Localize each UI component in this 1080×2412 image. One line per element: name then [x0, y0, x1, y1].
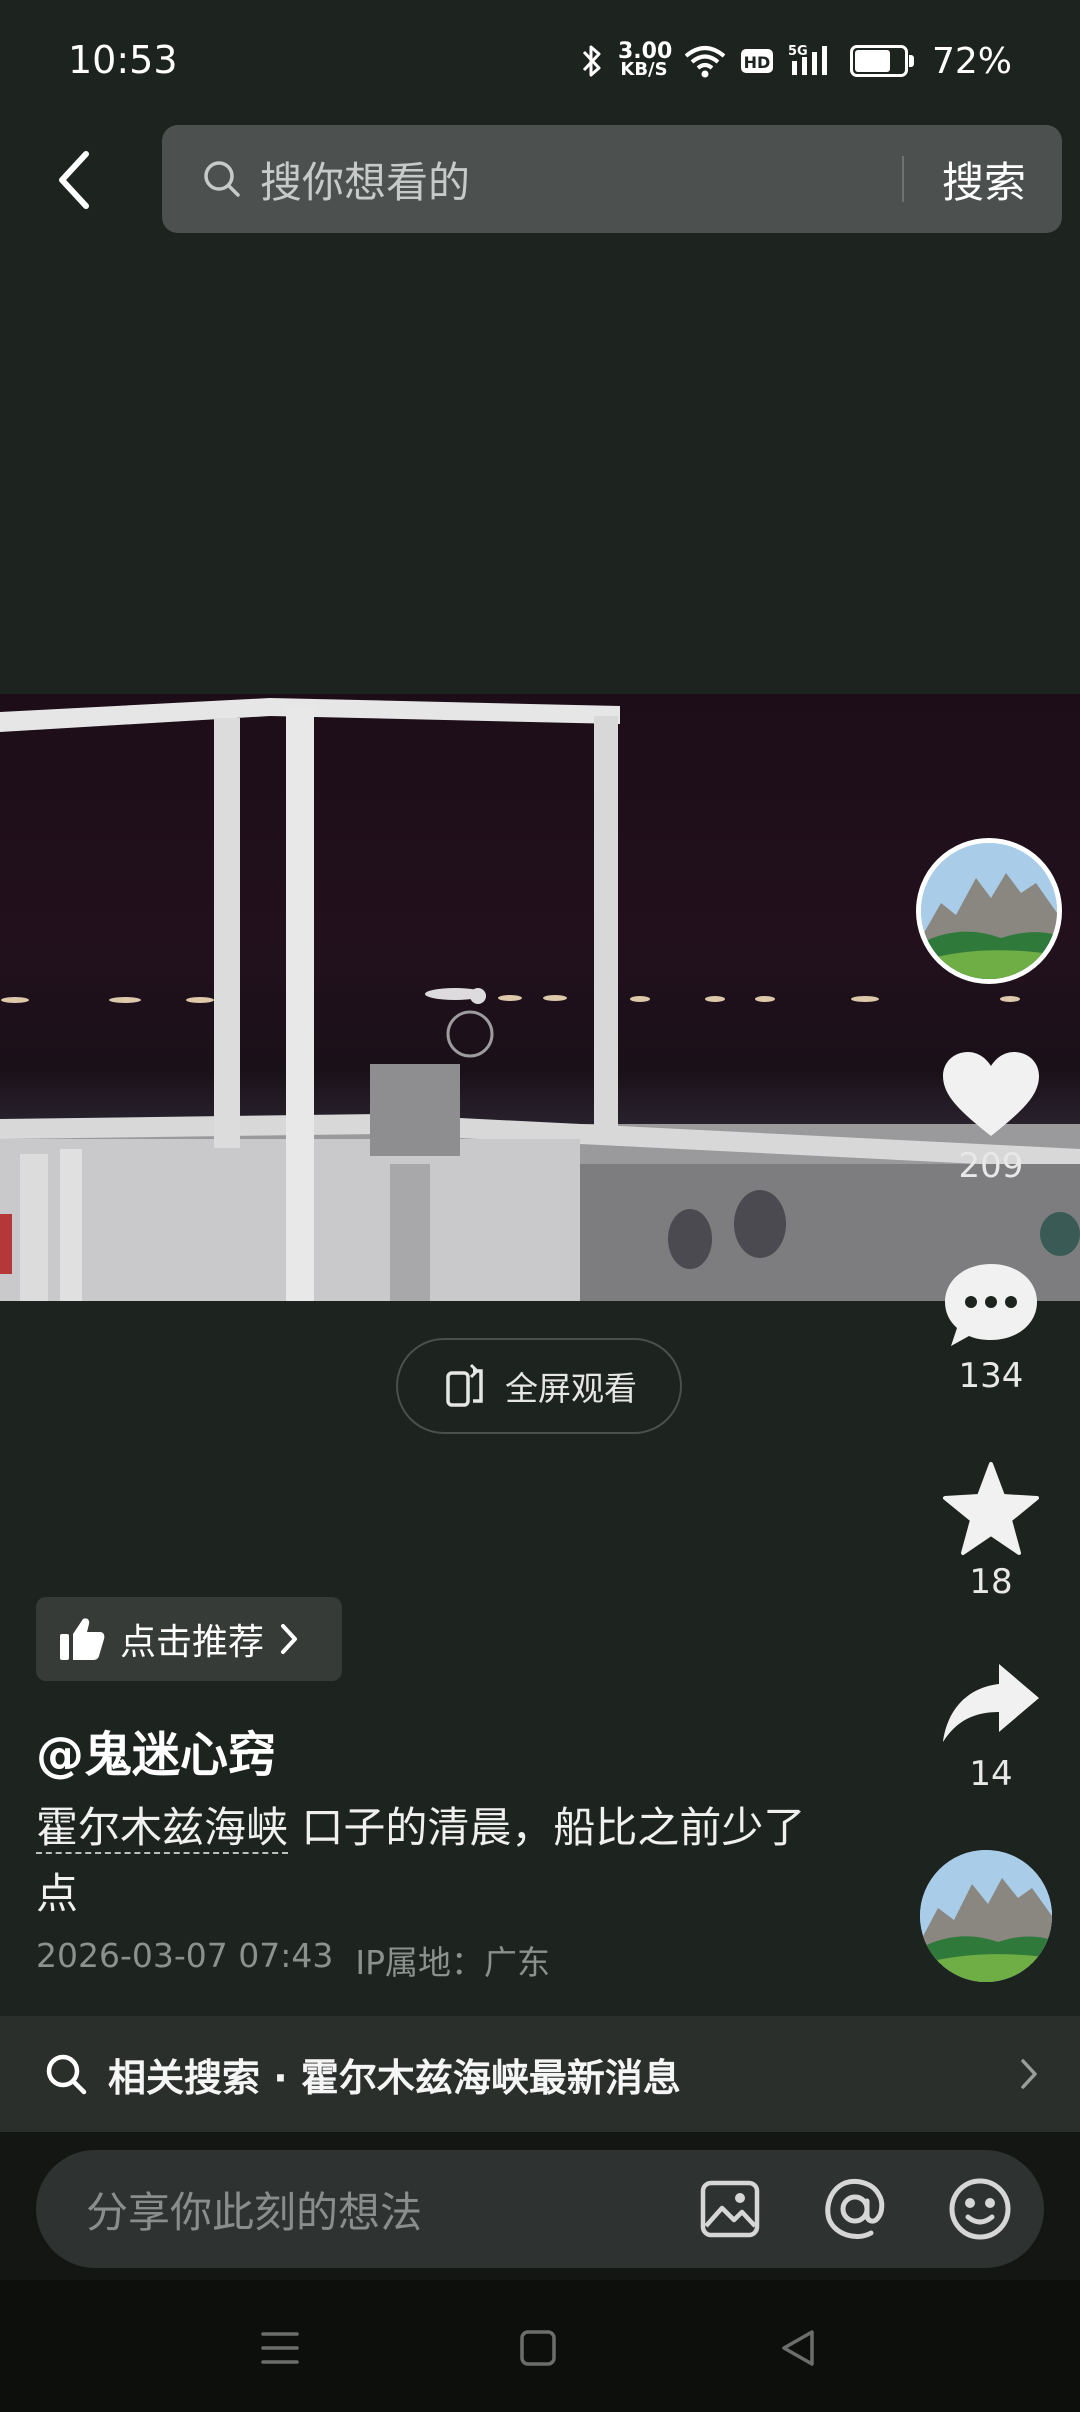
video-frame	[0, 698, 1080, 1301]
screen: 10:53 3.00 KB/S HD 5G 72% 搜你想看的 搜索 全屏观看 …	[0, 0, 1080, 2412]
search-box[interactable]: 搜你想看的 搜索	[162, 125, 1062, 233]
comment-bubble-icon	[945, 1264, 1037, 1346]
hd-icon: HD	[740, 49, 773, 73]
favorite-action[interactable]: 18	[916, 1460, 1066, 1602]
wifi-icon	[684, 46, 726, 78]
topic-link[interactable]: 霍尔木兹海峡	[36, 1803, 289, 1854]
mountain-disc-image	[920, 1850, 1052, 1982]
nav-home-button[interactable]	[514, 2324, 562, 2372]
status-bar: 10:53 3.00 KB/S HD 5G 72%	[0, 0, 1080, 120]
image-icon	[700, 2180, 760, 2238]
recommend-label: 点击推荐	[120, 1622, 265, 1663]
signal-5g-icon: 5G	[788, 44, 827, 75]
author-avatar[interactable]	[916, 838, 1062, 984]
emoji-button[interactable]	[946, 2175, 1014, 2243]
ip-location: IP属地：广东	[355, 1943, 551, 1982]
chevron-left-icon	[59, 151, 89, 209]
back-button[interactable]	[44, 140, 104, 220]
horizon-lights	[1, 988, 1020, 1004]
home-square-icon	[520, 2330, 556, 2366]
share-count: 14	[969, 1754, 1013, 1794]
share-arrow-icon	[943, 1664, 1039, 1742]
comment-placeholder: 分享你此刻的想法	[86, 2187, 423, 2237]
rotate-screen-icon	[446, 1363, 483, 1407]
image-picker-button[interactable]	[696, 2175, 764, 2243]
network-label: 5G	[788, 44, 808, 59]
search-button[interactable]: 搜索	[904, 149, 1062, 210]
search-input[interactable]: 搜你想看的	[260, 149, 902, 210]
post-meta: 2026-03-07 07:43 IP属地：广东	[36, 1936, 550, 1984]
like-action[interactable]: 209	[916, 1050, 1066, 1186]
heart-icon	[943, 1052, 1039, 1136]
video-player[interactable]	[0, 694, 1080, 1301]
music-avatar[interactable]	[920, 1850, 1052, 1982]
search-icon	[46, 2054, 87, 2095]
status-icons: 3.00 KB/S HD 5G 72%	[580, 38, 1012, 84]
comment-count: 134	[958, 1356, 1024, 1396]
comment-input[interactable]: 分享你此刻的想法	[36, 2150, 1044, 2268]
back-triangle-icon	[782, 2330, 814, 2366]
recommend-button[interactable]: 点击推荐	[36, 1597, 342, 1681]
favorite-count: 18	[969, 1562, 1013, 1602]
fullscreen-label: 全屏观看	[505, 1369, 637, 1408]
fullscreen-button[interactable]: 全屏观看	[396, 1338, 682, 1434]
net-speed: 3.00 KB/S	[618, 41, 672, 80]
mention-button[interactable]	[821, 2175, 889, 2243]
system-nav-bar	[0, 2280, 1080, 2412]
at-sign-icon	[825, 2179, 885, 2239]
author-username[interactable]: @鬼迷心窍	[36, 1715, 276, 1785]
bluetooth-icon	[582, 45, 601, 77]
share-action[interactable]: 14	[916, 1660, 1066, 1794]
nav-back-button[interactable]	[774, 2324, 822, 2372]
battery-icon	[849, 45, 914, 77]
chevron-right-icon	[281, 1624, 298, 1654]
menu-icon	[261, 2332, 299, 2364]
chevron-right-icon	[1021, 2059, 1037, 2089]
mountain-avatar-image	[921, 843, 1057, 979]
smiley-icon	[949, 2178, 1011, 2240]
star-icon	[943, 1462, 1039, 1555]
net-speed-unit: KB/S	[620, 59, 668, 80]
battery-percent: 72%	[931, 40, 1012, 82]
like-count: 209	[958, 1146, 1024, 1186]
related-search-text: 相关搜索 · 霍尔木兹海峡最新消息	[108, 2055, 681, 2100]
status-time: 10:53	[68, 38, 178, 82]
thumbs-up-icon	[60, 1618, 105, 1660]
post-datetime: 2026-03-07 07:43	[36, 1936, 334, 1975]
post-caption: 霍尔木兹海峡 口子的清晨，船比之前少了点	[36, 1795, 816, 1927]
related-search-bar[interactable]: 相关搜索 · 霍尔木兹海峡最新消息	[0, 2016, 1080, 2132]
hd-label: HD	[744, 53, 771, 72]
comment-action[interactable]: 134	[916, 1260, 1066, 1396]
search-icon	[204, 161, 240, 197]
nav-menu-button[interactable]	[256, 2324, 304, 2372]
